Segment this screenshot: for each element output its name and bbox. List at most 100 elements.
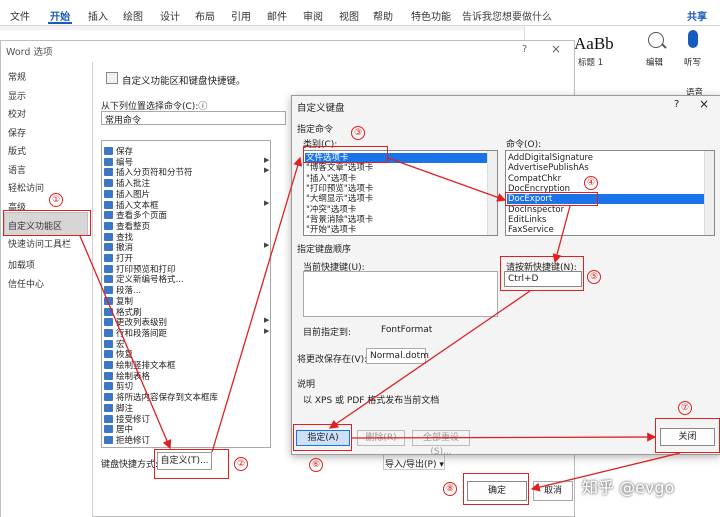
command-icon xyxy=(104,371,113,380)
style-preview[interactable]: AaBb xyxy=(574,34,614,54)
current-keys-list[interactable] xyxy=(303,271,498,317)
command-list-item[interactable]: 打印预览和打印 xyxy=(104,263,176,275)
command-list-item[interactable]: 剪切 xyxy=(104,380,133,392)
tab-special[interactable]: 特色功能 xyxy=(411,8,451,23)
commands-list[interactable]: 保存 编号 ▶ 插入分页符和分节符 ▶ 插入批注 插入图片 插入文本框 ▶ 查看多个页面 查看整页查… xyxy=(101,140,271,448)
command-list-item[interactable]: 打开 xyxy=(104,252,133,264)
cancel-button[interactable]: 取消 xyxy=(533,481,573,501)
close-button[interactable]: × xyxy=(551,42,561,56)
microphone-icon[interactable] xyxy=(688,30,698,48)
command-list-item[interactable]: 插入文本框 ▶ xyxy=(104,199,269,211)
tab-view[interactable]: 视图 xyxy=(339,8,359,23)
command-list-item[interactable]: 插入分页符和分节符 ▶ xyxy=(104,166,269,178)
command-list-item[interactable]: 查找 xyxy=(104,231,133,243)
submenu-arrow-icon: ▶ xyxy=(264,198,270,207)
keyboard-command-item[interactable]: DocInspector xyxy=(508,205,564,215)
command-list-item[interactable]: 插入图片 xyxy=(104,188,150,200)
category-item[interactable]: "插入"选项卡 xyxy=(306,174,356,184)
command-icon xyxy=(104,168,113,177)
command-icon xyxy=(104,264,113,273)
command-icon xyxy=(104,414,113,423)
tab-design[interactable]: 设计 xyxy=(160,8,180,23)
step-marker-1: ① xyxy=(49,193,63,207)
keyboard-command-item[interactable]: EditLinks xyxy=(508,215,546,225)
category-item[interactable]: "打印预览"选项卡 xyxy=(306,184,373,194)
command-list-item[interactable]: 格式刷 xyxy=(104,306,142,318)
command-icon xyxy=(104,393,113,402)
command-list-item[interactable]: 段落... xyxy=(104,284,141,296)
nav-item-trust-center[interactable]: 信任中心 xyxy=(8,277,44,290)
tab-home[interactable]: 开始 xyxy=(50,8,70,23)
command-list-item[interactable]: 将所选内容保存到文本框库 xyxy=(104,391,218,403)
category-item[interactable]: "大纲显示"选项卡 xyxy=(306,194,373,204)
description-label: 说明 xyxy=(297,380,316,390)
tell-me-search[interactable]: 告诉我您想要做什么 xyxy=(462,8,552,23)
command-icon xyxy=(104,200,113,209)
tab-layout[interactable]: 布局 xyxy=(195,8,215,23)
keyboard-command-item[interactable]: CompatChkr xyxy=(508,174,561,184)
tab-review[interactable]: 审阅 xyxy=(303,8,323,23)
nav-item-general[interactable]: 常规 xyxy=(8,70,26,83)
choose-commands-dropdown[interactable]: 常用命令 xyxy=(101,111,286,126)
command-list-item[interactable]: 撤消 ▶ xyxy=(104,241,269,253)
tab-help[interactable]: 帮助 xyxy=(373,8,393,23)
command-list-item[interactable]: 更改列表级别 ▶ xyxy=(104,316,269,328)
command-list-item[interactable]: 插入批注 xyxy=(104,177,150,189)
keyboard-command-item[interactable]: FaxService xyxy=(508,225,554,235)
save-changes-dropdown[interactable]: Normal.dotm xyxy=(366,348,429,364)
nav-item-quick-access[interactable]: 快速访问工具栏 xyxy=(8,237,71,250)
command-list-item[interactable]: 绘制表格 xyxy=(104,370,150,382)
nav-item-display[interactable]: 显示 xyxy=(8,89,26,102)
nav-item-layout[interactable]: 版式 xyxy=(8,144,26,157)
command-list-item[interactable]: 查看整页 xyxy=(104,220,150,232)
step-marker-6: ⑥ xyxy=(309,458,323,472)
command-icon xyxy=(104,254,113,262)
category-item[interactable]: "博客文章"选项卡 xyxy=(306,163,373,173)
command-list-item[interactable]: 恢复 xyxy=(104,348,133,360)
tab-file[interactable]: 文件 xyxy=(10,8,30,23)
command-list-item[interactable]: 复制 xyxy=(104,295,133,307)
dictate-button[interactable]: 听写 xyxy=(684,56,701,68)
command-icon xyxy=(104,147,113,155)
command-icon xyxy=(104,157,113,166)
save-changes-label: 将更改保存在(V): xyxy=(297,355,368,365)
keyboard-command-item[interactable]: AddDigitalSignature xyxy=(508,153,593,163)
nav-item-language[interactable]: 语言 xyxy=(8,163,26,176)
keyboard-close-icon[interactable]: × xyxy=(699,97,709,111)
reset-all-button[interactable]: 全部重设(S)... xyxy=(412,430,470,457)
assigned-to-label: 目前指定到: xyxy=(303,328,352,338)
nav-item-save[interactable]: 保存 xyxy=(8,126,26,139)
category-item[interactable]: "开始"选项卡 xyxy=(306,225,356,235)
command-list-item[interactable]: 保存 xyxy=(104,145,133,157)
nav-item-addins[interactable]: 加载项 xyxy=(8,258,35,271)
command-list-item[interactable]: 脚注 xyxy=(104,402,133,414)
help-button[interactable]: ? xyxy=(522,44,527,55)
remove-button[interactable]: 删除(R) xyxy=(357,430,405,446)
category-item[interactable]: "背景消除"选项卡 xyxy=(306,215,373,225)
tab-mailings[interactable]: 邮件 xyxy=(267,8,287,23)
command-list-item[interactable]: 居中 xyxy=(104,423,133,435)
command-list-item[interactable]: 拒绝修订 xyxy=(104,434,150,446)
edit-group-label[interactable]: 编辑 xyxy=(646,56,663,68)
command-list-item[interactable]: 编号 ▶ xyxy=(104,156,269,168)
share-button[interactable]: 共享 xyxy=(687,8,707,23)
command-list-item[interactable]: 行和段落间距 ▶ xyxy=(104,327,269,339)
nav-item-proofing[interactable]: 校对 xyxy=(8,107,26,120)
command-list-item[interactable]: 绘制竖排文本框 xyxy=(104,359,176,371)
command-list-item[interactable]: 接受修订 xyxy=(104,413,150,425)
scrollbar[interactable] xyxy=(704,151,714,235)
command-list-item[interactable]: 查看多个页面 xyxy=(104,209,167,221)
scrollbar[interactable] xyxy=(487,151,497,235)
dialog-title: Word 选项 xyxy=(6,47,53,58)
keyboard-help-button[interactable]: ? xyxy=(674,99,679,110)
submenu-arrow-icon: ▶ xyxy=(264,166,270,175)
command-list-item[interactable]: 定义新编号格式... xyxy=(104,273,184,285)
tab-draw[interactable]: 绘图 xyxy=(123,8,143,23)
search-icon[interactable] xyxy=(648,32,664,48)
nav-item-accessibility[interactable]: 轻松访问 xyxy=(8,181,44,194)
keyboard-command-item[interactable]: AdvertisePublishAs xyxy=(508,163,589,173)
tab-insert[interactable]: 插入 xyxy=(88,8,108,23)
category-item[interactable]: "冲突"选项卡 xyxy=(306,205,356,215)
command-list-item[interactable]: 宏 xyxy=(104,338,125,350)
tab-references[interactable]: 引用 xyxy=(231,8,251,23)
